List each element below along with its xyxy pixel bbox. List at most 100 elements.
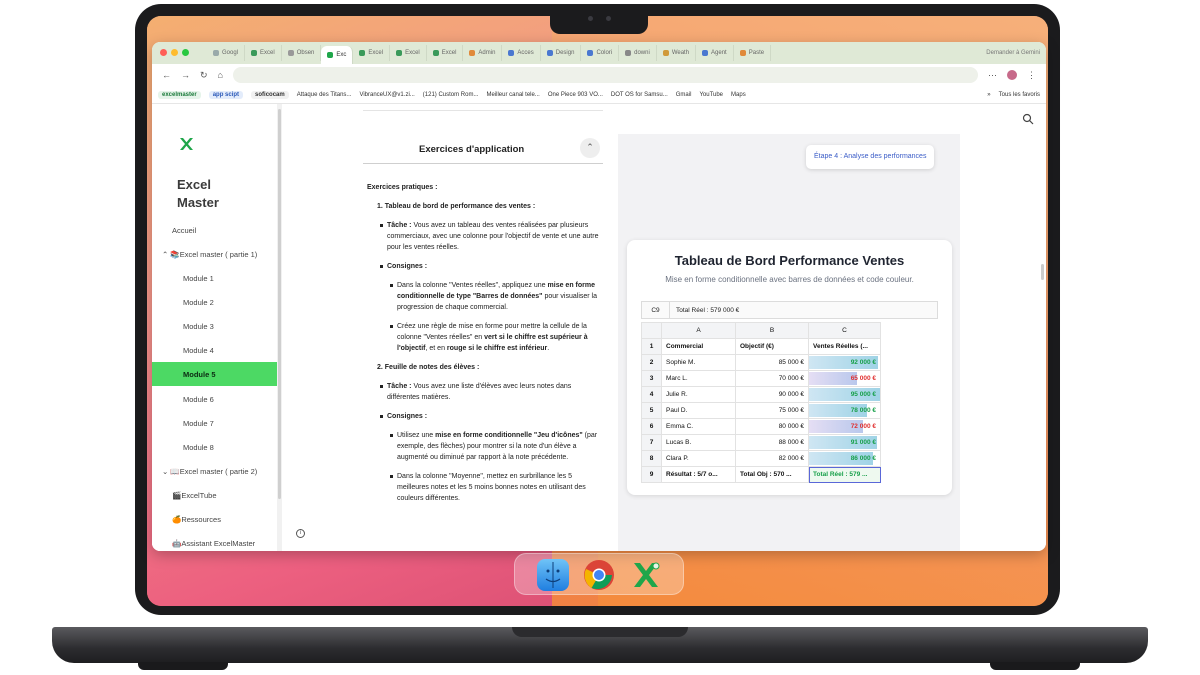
excelmaster-app-icon[interactable] <box>630 559 662 591</box>
header-cell[interactable]: Ventes Réelles (... <box>808 338 881 355</box>
profile-avatar[interactable] <box>1007 70 1017 80</box>
reload-icon[interactable]: ↻ <box>200 70 208 81</box>
sidebar-item[interactable]: Module 2 <box>152 290 277 314</box>
back-icon[interactable]: ← <box>162 70 171 80</box>
formula-bar[interactable]: C9 Total Réel : 579 000 € <box>641 301 938 319</box>
column-header[interactable]: A <box>661 322 736 339</box>
ventes-reelles-cell[interactable]: 92 000 € <box>808 354 881 371</box>
column-header[interactable]: C <box>808 322 881 339</box>
ventes-reelles-cell[interactable]: 86 000 € <box>808 450 881 467</box>
window-controls[interactable] <box>160 48 193 58</box>
result-cell[interactable]: Total Obj : 570 ... <box>735 466 809 483</box>
sidebar-item[interactable]: Module 4 <box>152 338 277 362</box>
finder-icon[interactable] <box>537 559 569 591</box>
all-bookmarks-button[interactable]: Tous les favoris <box>999 92 1040 98</box>
sidebar-item[interactable]: ⌄ 📖 Excel master ( partie 2) <box>152 459 277 483</box>
row-number[interactable]: 1 <box>641 338 662 355</box>
commercial-cell[interactable]: Marc L. <box>661 370 736 387</box>
chevron-up-icon[interactable]: ⌃ <box>580 138 600 158</box>
browser-tab[interactable]: Design <box>541 45 582 61</box>
sidebar-item[interactable]: Module 6 <box>152 387 277 411</box>
header-cell[interactable]: Commercial <box>661 338 736 355</box>
bookmark-item[interactable]: One Piece 903 VO... <box>548 92 603 98</box>
browser-tab[interactable]: Acces <box>502 45 541 61</box>
bookmark-item[interactable]: (121) Custom Rom... <box>423 92 479 98</box>
browser-tab[interactable]: Googl <box>207 45 246 61</box>
browser-tab[interactable]: Exc <box>321 46 354 64</box>
header-cell[interactable]: Objectif (€) <box>735 338 809 355</box>
ventes-reelles-cell[interactable]: 72 000 € <box>808 418 881 435</box>
ventes-reelles-cell[interactable]: 91 000 € <box>808 434 881 451</box>
row-number[interactable]: 3 <box>641 370 662 387</box>
commercial-cell[interactable]: Sophie M. <box>661 354 736 371</box>
objectif-cell[interactable]: 88 000 € <box>735 434 809 451</box>
sidebar-scroll-thumb[interactable] <box>278 109 281 499</box>
bookmark-item[interactable]: excelmaster <box>158 90 201 99</box>
ventes-reelles-cell[interactable]: 65 000 € <box>808 370 881 387</box>
bookmark-item[interactable]: Maps <box>731 92 746 98</box>
row-number[interactable]: 9 <box>641 466 662 483</box>
objectif-cell[interactable]: 80 000 € <box>735 418 809 435</box>
selected-cell[interactable]: Total Réel : 579 ... <box>808 466 881 483</box>
row-number[interactable]: 7 <box>641 434 662 451</box>
ventes-reelles-cell[interactable]: 78 000 € <box>808 402 881 419</box>
browser-tab[interactable]: Paste <box>734 45 772 61</box>
ventes-reelles-cell[interactable]: 95 000 € <box>808 386 881 403</box>
browser-tab[interactable]: Obsen <box>282 45 322 61</box>
sidebar-item[interactable]: Module 7 <box>152 411 277 435</box>
sidebar-item[interactable]: ⌃ 📚 Excel master ( partie 1) <box>152 242 277 266</box>
browser-tab[interactable]: Colori <box>581 45 620 61</box>
row-number[interactable]: 5 <box>641 402 662 419</box>
objectif-cell[interactable]: 90 000 € <box>735 386 809 403</box>
bookmark-item[interactable]: app scipt <box>208 90 244 99</box>
page-scrollbar[interactable] <box>1041 264 1044 280</box>
bookmarks-overflow-button[interactable]: » <box>987 92 990 98</box>
result-cell[interactable]: Résultat : 5/7 o... <box>661 466 736 483</box>
menu-icon[interactable]: ⋮ <box>1027 70 1036 81</box>
excel-logo-icon[interactable] <box>178 136 194 152</box>
sidebar-item[interactable]: Module 5 <box>152 362 277 386</box>
sidebar-item[interactable]: Accueil <box>152 218 277 242</box>
bookmark-item[interactable]: YouTube <box>699 92 723 98</box>
row-number[interactable]: 4 <box>641 386 662 403</box>
bookmark-item[interactable]: Meilleur canal tele... <box>486 92 539 98</box>
row-number[interactable]: 2 <box>641 354 662 371</box>
brand-name[interactable]: Excel Master <box>177 176 219 212</box>
address-bar[interactable] <box>232 67 978 83</box>
extensions-icon[interactable]: ⋯ <box>988 70 997 81</box>
objectif-cell[interactable]: 75 000 € <box>735 402 809 419</box>
objectif-cell[interactable]: 82 000 € <box>735 450 809 467</box>
step-badge[interactable]: Étape 4 : Analyse des performances <box>806 145 935 169</box>
browser-tab[interactable]: downi <box>619 45 657 61</box>
exercises-accordion-header[interactable]: Exercices d'application ⌃ <box>363 134 603 164</box>
browser-tab[interactable]: Weath <box>657 45 697 61</box>
sidebar-item[interactable]: Module 8 <box>152 435 277 459</box>
bookmark-item[interactable]: DOT OS for Samsu... <box>611 92 668 98</box>
browser-tab[interactable]: Admin <box>463 45 503 61</box>
sidebar-item[interactable]: Module 1 <box>152 266 277 290</box>
sidebar-item[interactable]: 🎬 ExcelTube <box>152 483 277 507</box>
row-number[interactable]: 6 <box>641 418 662 435</box>
bookmark-item[interactable]: VibranceUX@v1.zi... <box>359 92 414 98</box>
commercial-cell[interactable]: Lucas B. <box>661 434 736 451</box>
browser-tab[interactable]: Agent <box>696 45 734 61</box>
sidebar-item[interactable]: 🤖 Assistant ExcelMaster <box>152 531 277 551</box>
info-icon[interactable]: i <box>296 529 305 538</box>
browser-tab[interactable]: Excel <box>390 45 427 61</box>
objectif-cell[interactable]: 85 000 € <box>735 354 809 371</box>
browser-tab[interactable]: Excel <box>353 45 391 61</box>
bookmark-item[interactable]: soficocam <box>251 90 289 99</box>
home-icon[interactable]: ⌂ <box>218 70 223 80</box>
commercial-cell[interactable]: Paul D. <box>661 402 736 419</box>
row-number[interactable]: 8 <box>641 450 662 467</box>
commercial-cell[interactable]: Emma C. <box>661 418 736 435</box>
commercial-cell[interactable]: Julie R. <box>661 386 736 403</box>
chrome-icon[interactable] <box>583 559 615 591</box>
forward-icon[interactable]: → <box>181 70 190 80</box>
gemini-button[interactable]: Demander à Gemini <box>986 50 1040 56</box>
bookmark-item[interactable]: Attaque des Titans... <box>297 92 352 98</box>
commercial-cell[interactable]: Clara P. <box>661 450 736 467</box>
bookmark-item[interactable]: Gmail <box>676 92 692 98</box>
column-header[interactable]: B <box>735 322 809 339</box>
browser-tab[interactable]: Excel <box>245 45 282 61</box>
